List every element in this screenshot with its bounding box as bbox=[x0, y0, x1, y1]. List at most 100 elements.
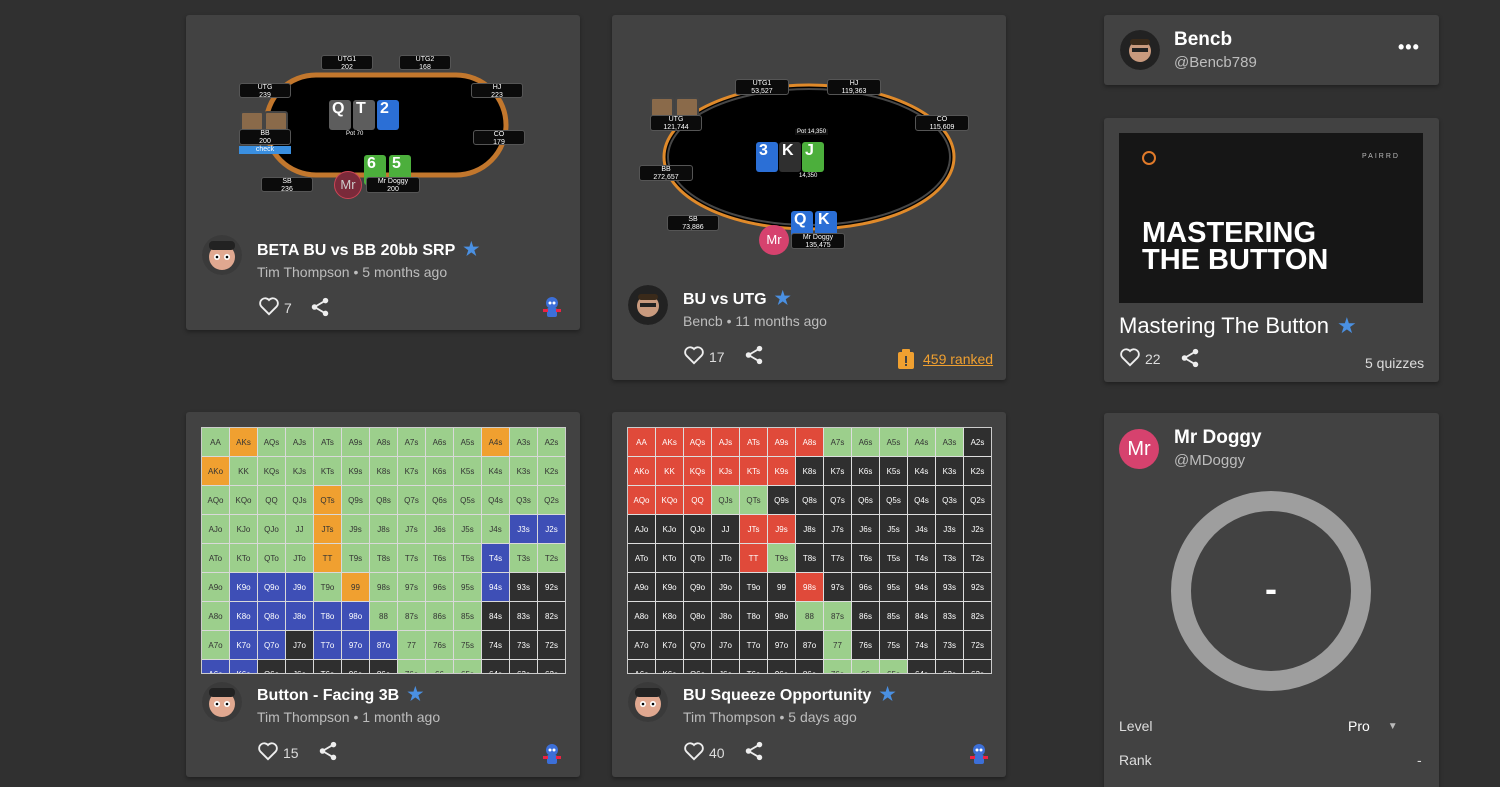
profile-avatar[interactable] bbox=[1120, 30, 1160, 70]
content-card[interactable]: AA AKs AQs AJs ATs A9s A8s A7s A6s A5s A4s A3s A2s AK… bbox=[612, 412, 1006, 777]
range-cell: 98o bbox=[768, 602, 795, 630]
ranked-link[interactable]: 459 ranked bbox=[897, 349, 993, 369]
range-cell: T8s bbox=[370, 544, 397, 572]
range-cell: 97s bbox=[398, 573, 425, 601]
heart-icon bbox=[684, 742, 704, 761]
range-cell: 92s bbox=[538, 573, 565, 601]
share-icon[interactable] bbox=[1179, 347, 1201, 369]
share-icon[interactable] bbox=[743, 740, 765, 762]
course-thumbnail[interactable]: PAIRRD MASTERING THE BUTTON bbox=[1119, 133, 1423, 303]
author-avatar[interactable] bbox=[628, 682, 668, 722]
range-cell: JTs bbox=[314, 515, 341, 543]
range-cell: J8s bbox=[370, 515, 397, 543]
pot-label: Pot 70 bbox=[346, 131, 364, 137]
hero-avatar: Mr bbox=[759, 225, 789, 255]
range-cell: A8o bbox=[628, 602, 655, 630]
range-cell: Q6s bbox=[852, 486, 879, 514]
share-icon[interactable] bbox=[317, 740, 339, 762]
range-cell: K8o bbox=[656, 602, 683, 630]
range-cell: K5s bbox=[880, 457, 907, 485]
like-button[interactable]: 15 bbox=[257, 741, 299, 761]
course-title[interactable]: Mastering The Button ★ bbox=[1119, 313, 1357, 339]
range-cell: K9s bbox=[768, 457, 795, 485]
range-cell: K7s bbox=[398, 457, 425, 485]
range-cell: AA bbox=[202, 428, 229, 456]
seat-utg2: UTG2 168 bbox=[399, 55, 451, 71]
range-cell: 77 bbox=[398, 631, 425, 659]
range-cell: AQo bbox=[628, 486, 655, 514]
seat-utg: UTG 121,744 bbox=[650, 115, 702, 131]
card-title[interactable]: Button - Facing 3B ★ bbox=[257, 684, 423, 705]
level-label: Level bbox=[1119, 718, 1153, 734]
range-cell: J7s bbox=[398, 515, 425, 543]
range-cell: T2s bbox=[538, 544, 565, 572]
range-cell: 84s bbox=[482, 602, 509, 630]
range-cell: K2s bbox=[964, 457, 991, 485]
range-cell: KJo bbox=[230, 515, 257, 543]
like-count: 22 bbox=[1145, 351, 1161, 367]
like-button[interactable]: 7 bbox=[258, 296, 292, 316]
seat-utg1: UTG1 202 bbox=[321, 55, 373, 71]
range-cell: KTo bbox=[230, 544, 257, 572]
card-title[interactable]: BU vs UTG ★ bbox=[683, 288, 791, 309]
heart-icon bbox=[1120, 348, 1140, 367]
author-avatar[interactable] bbox=[628, 285, 668, 325]
hero-avatar: Mr bbox=[334, 171, 362, 199]
range-cell: ATo bbox=[628, 544, 655, 572]
board-card: K bbox=[779, 142, 801, 172]
range-cell: 63s bbox=[936, 660, 963, 673]
content-card[interactable]: UTG1 53,527 HJ 119,363 UTG 121,744 CO 115,60… bbox=[612, 15, 1006, 380]
author-avatar[interactable] bbox=[202, 682, 242, 722]
range-cell: K6s bbox=[426, 457, 453, 485]
like-button[interactable]: 17 bbox=[683, 345, 725, 365]
range-cell: 94s bbox=[482, 573, 509, 601]
like-button[interactable]: 22 bbox=[1119, 347, 1161, 367]
range-cell: K3s bbox=[510, 457, 537, 485]
content-card[interactable]: UTG1 202 UTG2 168 UTG 239 HJ 223 BB 200 check… bbox=[186, 15, 580, 330]
range-cell: Q6s bbox=[426, 486, 453, 514]
author-avatar[interactable] bbox=[202, 235, 242, 275]
course-card[interactable]: PAIRRD MASTERING THE BUTTON Mastering Th… bbox=[1104, 118, 1439, 382]
range-cell: QQ bbox=[258, 486, 285, 514]
range-cell: 95s bbox=[454, 573, 481, 601]
user-name[interactable]: Mr Doggy bbox=[1174, 427, 1262, 449]
range-cell: T7s bbox=[824, 544, 851, 572]
range-cell: AQs bbox=[684, 428, 711, 456]
range-cell: J6s bbox=[852, 515, 879, 543]
profile-card[interactable]: Bencb @Bencb789 ••• bbox=[1104, 15, 1439, 85]
range-cell: Q9o bbox=[684, 573, 711, 601]
like-button[interactable]: 40 bbox=[683, 741, 725, 761]
profile-name[interactable]: Bencb bbox=[1174, 29, 1232, 51]
range-cell: J7s bbox=[824, 515, 851, 543]
content-card[interactable]: AA AKs AQs AJs ATs A9s A8s A7s A6s A5s A4s A3s A2s AK… bbox=[186, 412, 580, 777]
range-cell: A5s bbox=[454, 428, 481, 456]
range-cell: 62s bbox=[964, 660, 991, 673]
share-icon[interactable] bbox=[309, 296, 331, 318]
range-cell: 86o bbox=[796, 660, 823, 673]
share-icon[interactable] bbox=[743, 344, 765, 366]
range-cell: A6s bbox=[852, 428, 879, 456]
range-cell: ATo bbox=[202, 544, 229, 572]
range-cell: T4s bbox=[908, 544, 935, 572]
range-cell: T8s bbox=[796, 544, 823, 572]
board-card: Q bbox=[329, 100, 351, 130]
user-avatar[interactable]: Mr bbox=[1119, 429, 1159, 469]
range-cell: J8o bbox=[712, 602, 739, 630]
thumbnail-title-line2: THE BUTTON bbox=[1142, 244, 1329, 276]
range-cell: JJ bbox=[712, 515, 739, 543]
range-cell: 77 bbox=[824, 631, 851, 659]
more-horizontal-icon[interactable]: ••• bbox=[1398, 37, 1420, 58]
seat-hero: Mr Doggy 135,475 bbox=[791, 233, 845, 249]
range-cell: 96s bbox=[852, 573, 879, 601]
quiz-count: 5 quizzes bbox=[1365, 355, 1425, 371]
card-title[interactable]: BU Squeeze Opportunity ★ bbox=[683, 684, 896, 705]
action-badge: check bbox=[239, 146, 291, 154]
level-select[interactable]: Pro ▼ bbox=[1348, 718, 1398, 736]
range-cell: KTo bbox=[656, 544, 683, 572]
range-cell: 86s bbox=[852, 602, 879, 630]
range-cell: AJs bbox=[712, 428, 739, 456]
range-cell: QJo bbox=[258, 515, 285, 543]
range-cell: T4s bbox=[482, 544, 509, 572]
card-title[interactable]: BETA BU vs BB 20bb SRP ★ bbox=[257, 239, 479, 260]
range-cell: A6o bbox=[202, 660, 229, 673]
